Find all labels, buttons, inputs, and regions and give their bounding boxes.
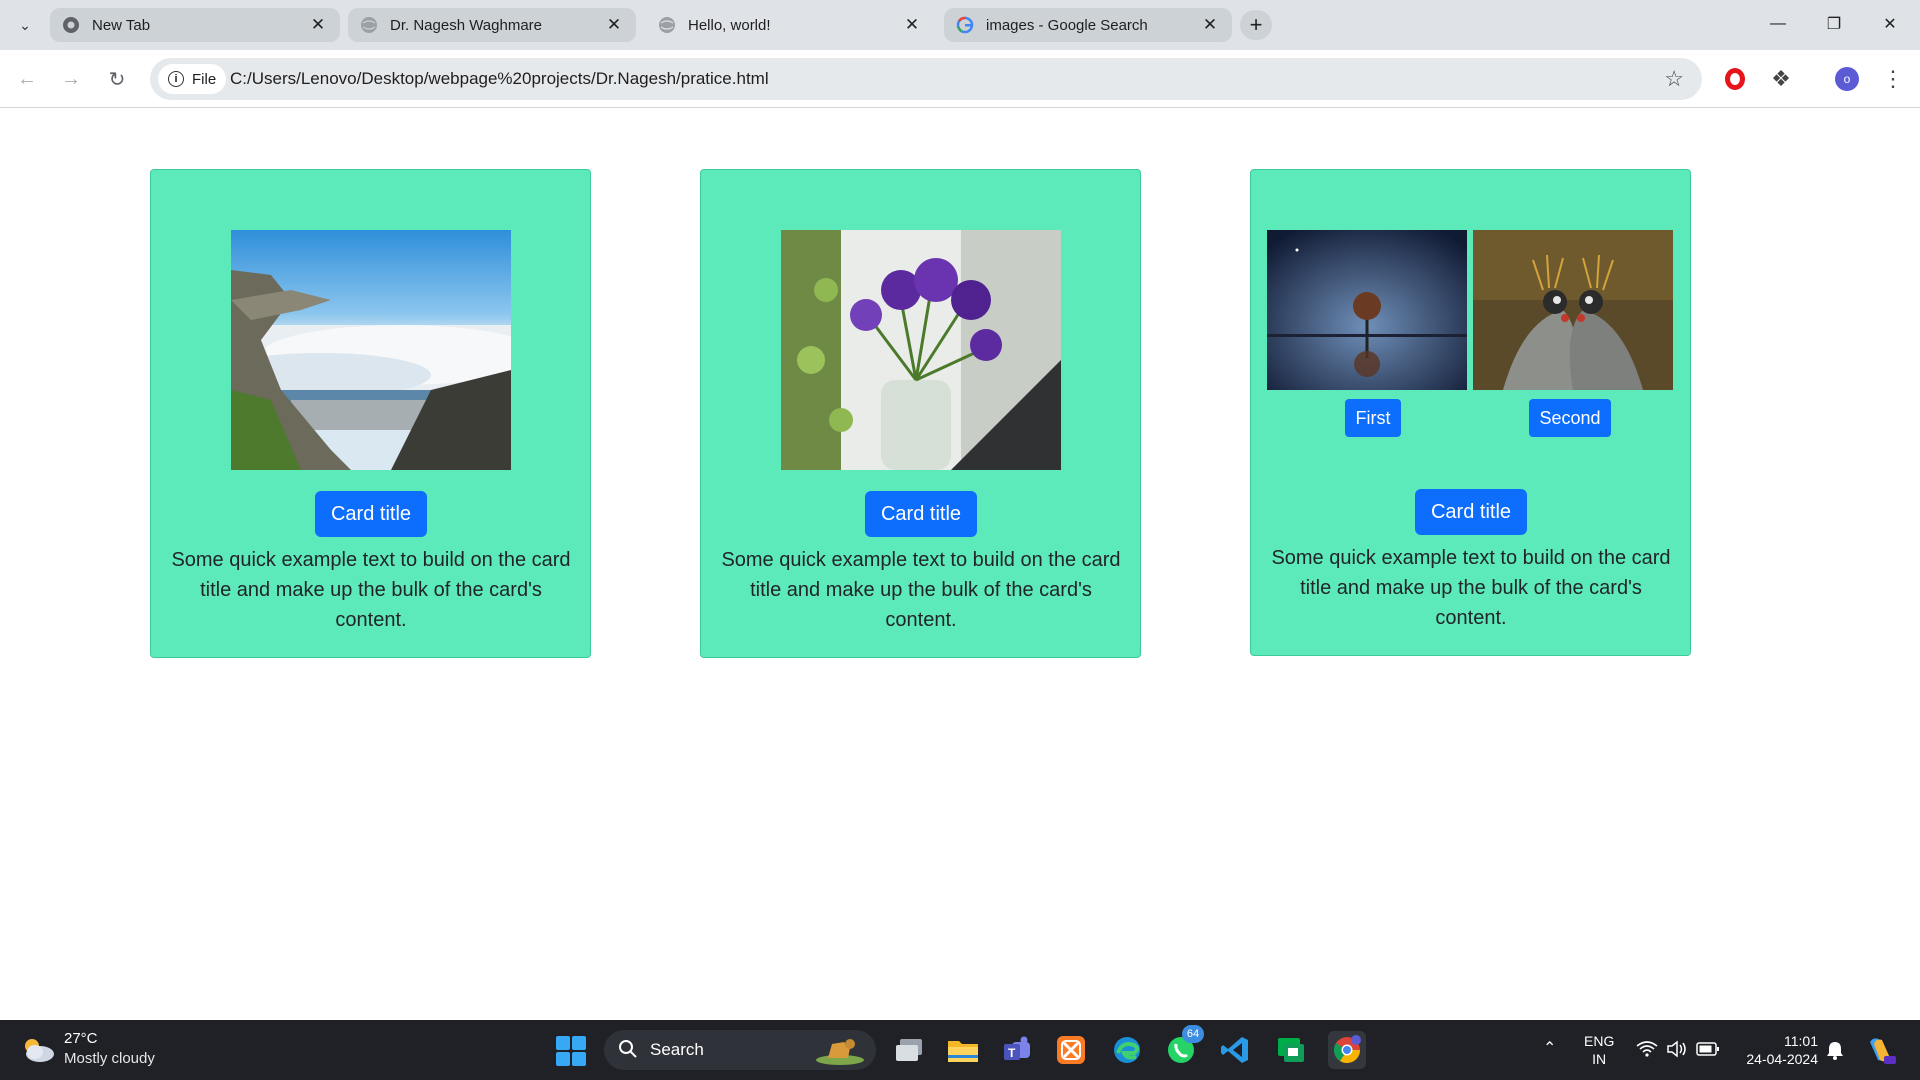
lang-top: ENG [1584, 1033, 1615, 1049]
whatsapp-icon[interactable]: 64 [1162, 1025, 1204, 1069]
clock-date: 24-04-2024 [1746, 1051, 1818, 1067]
weather-temperature[interactable]: 27°C [64, 1030, 98, 1047]
page-content: Card title Some quick example text to bu… [0, 108, 1920, 1020]
crowned-cranes-image [1473, 230, 1673, 390]
windows-start-icon[interactable] [556, 1036, 586, 1066]
chrome-taskbar-icon[interactable] [1328, 1031, 1366, 1069]
tab-title: New Tab [92, 16, 151, 34]
globe-icon [659, 17, 675, 33]
tab-google-images[interactable]: images - Google Search ✕ [944, 8, 1232, 42]
edge-icon[interactable] [1108, 1031, 1146, 1069]
card-title-button[interactable]: Card title [1415, 489, 1527, 535]
tab-title: images - Google Search [986, 16, 1148, 34]
clock-time: 11:01 [1784, 1033, 1818, 1049]
chip-label: File [192, 70, 217, 88]
card-text: Some quick example text to build on the … [721, 549, 1121, 631]
kebab-menu-icon[interactable]: ⋮ [1878, 64, 1908, 94]
vscode-icon[interactable] [1216, 1031, 1254, 1069]
tab-dr-nagesh[interactable]: Dr. Nagesh Waghmare ✕ [348, 8, 636, 42]
close-window-icon[interactable]: ✕ [1862, 0, 1918, 48]
cloudy-weather-icon[interactable] [20, 1036, 56, 1064]
windows-taskbar: 27°C Mostly cloudy Search T 64 ⌃ ENG IN … [0, 1020, 1920, 1080]
notification-badge: 64 [1182, 1025, 1204, 1043]
url-text[interactable]: C:/Users/Lenovo/Desktop/webpage%20projec… [230, 69, 769, 89]
notification-bell-icon[interactable] [1826, 1040, 1844, 1060]
task-view-icon[interactable] [890, 1031, 928, 1069]
site-info-chip[interactable]: i File [158, 64, 227, 94]
card-2: Card title Some quick example text to bu… [700, 169, 1141, 658]
card-text: Some quick example text to build on the … [1271, 547, 1671, 629]
tree-reflection-night-image [1267, 230, 1467, 390]
tab-hello-world[interactable]: Hello, world! ✕ [646, 8, 934, 42]
purple-flowers-vase-image [781, 230, 1061, 470]
volume-icon[interactable] [1666, 1040, 1688, 1058]
address-bar[interactable]: i File C:/Users/Lenovo/Desktop/webpage%2… [150, 58, 1702, 100]
new-tab-button[interactable]: + [1240, 10, 1272, 40]
search-highlight-icon [816, 1039, 864, 1065]
close-icon[interactable]: ✕ [308, 15, 328, 35]
teams-icon[interactable]: T [998, 1031, 1036, 1069]
show-hidden-icons-chevron-up-icon[interactable]: ⌃ [1543, 1038, 1556, 1058]
minimize-icon[interactable]: — [1750, 0, 1806, 48]
weather-description[interactable]: Mostly cloudy [64, 1050, 155, 1067]
search-icon [619, 1040, 637, 1058]
tab-new-tab[interactable]: New Tab ✕ [50, 8, 340, 42]
battery-icon[interactable] [1696, 1041, 1720, 1057]
tab-strip: ⌄ New Tab ✕ Dr. Nagesh Waghmare ✕ Hello,… [0, 0, 1920, 50]
copilot-icon[interactable] [1864, 1034, 1896, 1066]
lang-bottom: IN [1592, 1051, 1607, 1067]
forward-arrow-icon[interactable]: → [56, 64, 86, 94]
first-button[interactable]: First [1345, 399, 1401, 437]
back-arrow-icon[interactable]: ← [12, 64, 42, 94]
close-icon[interactable]: ✕ [604, 15, 624, 35]
xampp-icon[interactable] [1052, 1031, 1090, 1069]
taskbar-search-box[interactable]: Search [604, 1030, 876, 1070]
restore-icon[interactable]: ❐ [1806, 0, 1862, 48]
file-explorer-icon[interactable] [944, 1031, 982, 1069]
card-3: First Second Card title Some quick examp… [1250, 169, 1691, 656]
card-1: Card title Some quick example text to bu… [150, 169, 591, 658]
info-icon: i [168, 71, 184, 87]
card-text: Some quick example text to build on the … [171, 549, 571, 631]
tab-title: Hello, world! [688, 16, 771, 34]
bookmark-star-icon[interactable]: ☆ [1664, 66, 1684, 92]
browser-toolbar: ← → ↻ i File C:/Users/Lenovo/Desktop/web… [0, 50, 1920, 108]
card-title-button[interactable]: Card title [315, 491, 427, 537]
reload-icon[interactable]: ↻ [102, 64, 132, 94]
google-icon [956, 16, 974, 34]
language-indicator[interactable]: ENG IN [1584, 1032, 1614, 1068]
tab-search-chevron-down-icon[interactable]: ⌄ [12, 12, 38, 38]
tab-title: Dr. Nagesh Waghmare [390, 16, 543, 34]
chrome-icon [63, 17, 79, 33]
cliff-ocean-landscape-image [231, 230, 511, 470]
second-button[interactable]: Second [1529, 399, 1611, 437]
close-icon[interactable]: ✕ [1200, 15, 1220, 35]
wifi-icon[interactable] [1636, 1040, 1658, 1058]
profile-avatar[interactable]: o [1832, 64, 1862, 94]
svg-text:T: T [1008, 1046, 1016, 1060]
opera-extension-icon[interactable] [1720, 64, 1750, 94]
close-icon[interactable]: ✕ [902, 15, 922, 35]
search-label: Search [650, 1040, 704, 1059]
extensions-puzzle-icon[interactable]: ❖ [1766, 64, 1796, 94]
globe-icon [361, 17, 377, 33]
card-title-button[interactable]: Card title [865, 491, 977, 537]
google-chat-icon[interactable] [1272, 1031, 1310, 1069]
clock[interactable]: 11:01 24-04-2024 [1738, 1032, 1818, 1068]
